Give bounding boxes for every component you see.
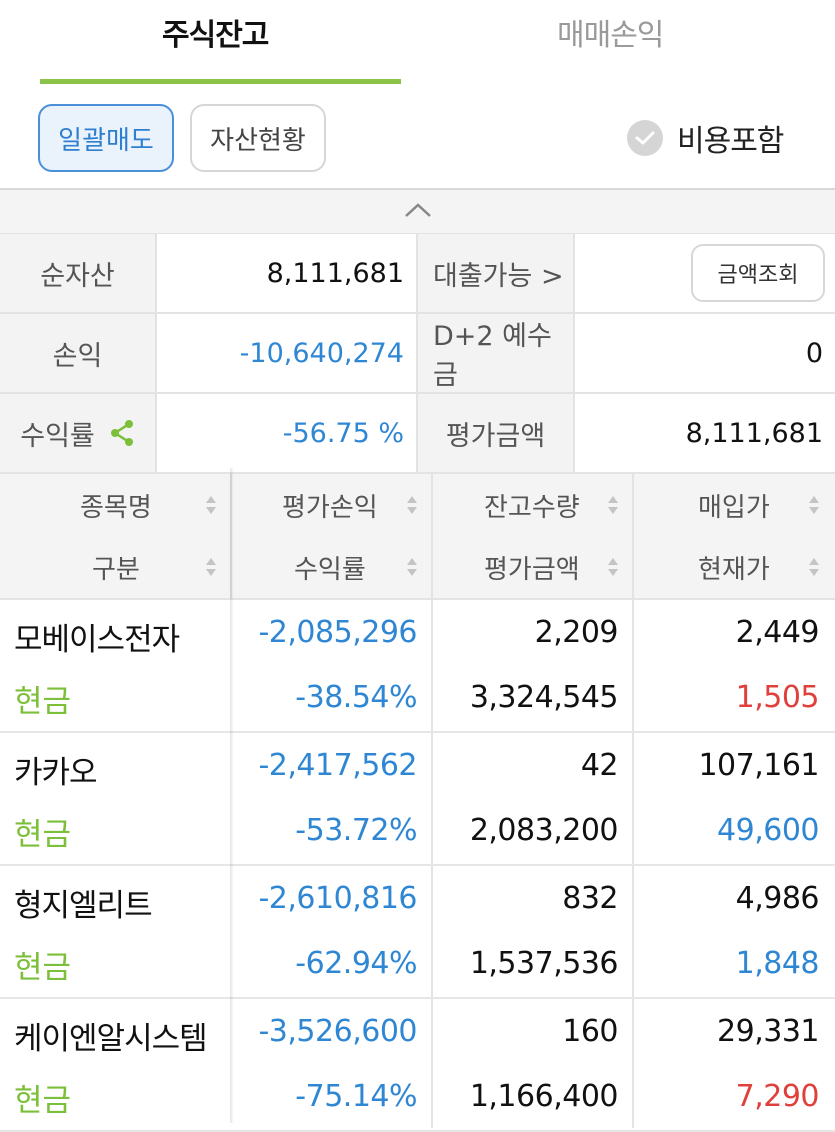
return-value: -56.75 %	[157, 394, 418, 472]
return-label-cell: 수익률	[0, 394, 157, 472]
eval-amount: 3,324,545	[469, 680, 619, 715]
quantity: 832	[562, 881, 618, 916]
quantity: 160	[562, 1014, 618, 1049]
account-type: 현금	[14, 684, 72, 720]
active-tab-indicator	[40, 79, 401, 84]
deposit-label: D+2 예수금	[418, 314, 575, 392]
header-eval-amount[interactable]: 평가금액	[484, 536, 580, 598]
inquiry-cell: 금액조회	[575, 234, 835, 312]
deposit-value: 0	[805, 337, 823, 369]
eval-amount-value: 8,111,681	[685, 417, 823, 449]
eval-amount: 1,537,536	[469, 946, 619, 981]
loan-available-link[interactable]: 대출가능 >	[418, 234, 575, 312]
bulk-sell-button[interactable]: 일괄매도	[38, 104, 174, 172]
eval-pnl: -2,610,816	[258, 881, 417, 916]
sort-icon[interactable]	[607, 557, 619, 577]
share-icon[interactable]	[109, 419, 135, 447]
header-stock-name[interactable]: 종목명	[80, 474, 152, 536]
return-rate: -53.72%	[295, 813, 417, 848]
column-divider	[632, 474, 634, 598]
sort-icon[interactable]	[205, 495, 217, 515]
frozen-column-shadow	[230, 468, 234, 1123]
buy-price: 4,986	[735, 881, 820, 916]
holdings-table-body: 모베이스전자 현금 -2,085,296 -38.54% 2,209 3,324…	[0, 600, 835, 1132]
chevron-up-icon	[404, 202, 432, 222]
return-label: 수익률	[20, 420, 95, 452]
amount-inquiry-button[interactable]: 금액조회	[691, 244, 825, 302]
sort-icon[interactable]	[205, 557, 217, 577]
table-row[interactable]: 케이엔알시스템 현금 -3,526,600 -75.14% 160 1,166,…	[0, 999, 835, 1132]
column-divider	[431, 474, 433, 598]
tab-bar: 주식잔고 매매손익	[0, 0, 835, 86]
holdings-table-header: 종목명 구분 평가손익 수익률 잔고수량 평가금액 매입가 현재가	[0, 474, 835, 600]
header-eval-pnl[interactable]: 평가손익	[282, 474, 378, 536]
eval-pnl: -2,085,296	[258, 615, 417, 650]
include-fees-toggle[interactable]: 비용포함	[627, 104, 784, 172]
summary-row: 순자산 8,111,681 대출가능 > 금액조회	[0, 234, 835, 314]
return-rate: -62.94%	[295, 946, 417, 981]
stock-name: 케이엔알시스템	[14, 1021, 208, 1057]
check-icon[interactable]	[627, 120, 663, 156]
header-type[interactable]: 구분	[92, 536, 140, 598]
pnl-value: -10,640,274	[157, 314, 418, 392]
net-assets-label: 순자산	[0, 234, 157, 312]
summary-row: 손익 -10,640,274 D+2 예수금 0	[0, 314, 835, 394]
sort-icon[interactable]	[808, 495, 820, 515]
eval-pnl: -2,417,562	[258, 748, 417, 783]
quantity: 2,209	[534, 615, 619, 650]
header-buy-price[interactable]: 매입가	[698, 474, 770, 536]
return-rate: -75.14%	[295, 1079, 417, 1114]
account-type: 현금	[14, 950, 72, 986]
sort-icon[interactable]	[607, 495, 619, 515]
stock-name: 형지엘리트	[14, 888, 153, 924]
table-row[interactable]: 형지엘리트 현금 -2,610,816 -62.94% 832 1,537,53…	[0, 866, 835, 999]
sort-icon[interactable]	[808, 557, 820, 577]
return-rate: -38.54%	[295, 680, 417, 715]
summary-row: 수익률 -56.75 % 평가금액 8,111,681	[0, 394, 835, 474]
current-price: 1,848	[735, 946, 820, 981]
current-price: 1,505	[735, 680, 820, 715]
collapse-summary-button[interactable]	[0, 188, 835, 234]
action-row: 일괄매도 자산현황 비용포함	[0, 86, 835, 188]
stock-name: 카카오	[14, 755, 98, 791]
header-current-price[interactable]: 현재가	[698, 536, 770, 598]
account-type: 현금	[14, 817, 72, 853]
current-price: 49,600	[717, 813, 819, 848]
quantity: 42	[580, 748, 619, 783]
net-assets-value: 8,111,681	[157, 234, 418, 312]
sort-icon[interactable]	[406, 495, 418, 515]
table-row[interactable]: 카카오 현금 -2,417,562 -53.72% 42 2,083,200 1…	[0, 733, 835, 866]
eval-pnl: -3,526,600	[258, 1014, 417, 1049]
eval-amount-label: 평가금액	[418, 394, 575, 472]
header-quantity[interactable]: 잔고수량	[484, 474, 580, 536]
tab-trading-pnl[interactable]: 매매손익	[557, 10, 664, 54]
account-summary: 순자산 8,111,681 대출가능 > 금액조회 손익 -10,640,274…	[0, 234, 835, 474]
table-row[interactable]: 모베이스전자 현금 -2,085,296 -38.54% 2,209 3,324…	[0, 600, 835, 733]
stock-name: 모베이스전자	[14, 622, 180, 658]
header-return-rate[interactable]: 수익률	[294, 536, 366, 598]
buy-price: 29,331	[717, 1014, 819, 1049]
buy-price: 107,161	[698, 748, 819, 783]
current-price: 7,290	[735, 1079, 820, 1114]
asset-status-button[interactable]: 자산현황	[190, 104, 326, 172]
tab-stock-balance[interactable]: 주식잔고	[162, 10, 269, 54]
account-type: 현금	[14, 1083, 72, 1119]
eval-amount: 1,166,400	[469, 1079, 619, 1114]
sort-icon[interactable]	[406, 557, 418, 577]
pnl-label: 손익	[0, 314, 157, 392]
include-fees-label: 비용포함	[677, 124, 784, 159]
eval-amount: 2,083,200	[469, 813, 619, 848]
buy-price: 2,449	[735, 615, 820, 650]
